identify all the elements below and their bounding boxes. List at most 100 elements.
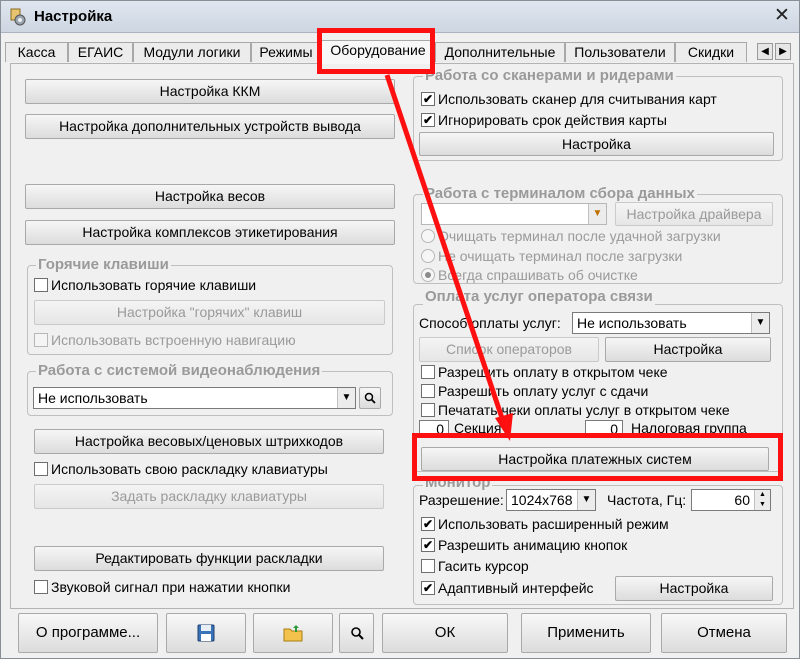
hotkeys-settings-button[interactable]: Настройка "горячих" клавиш: [34, 300, 385, 325]
builtin-nav-box[interactable]: [34, 333, 48, 347]
resolution-select[interactable]: 1024x768 ▼: [506, 489, 596, 511]
use-hotkeys-box[interactable]: [34, 278, 48, 292]
radio-keep-label: Не очищать терминал после загрузки: [438, 248, 683, 264]
tab-equipment[interactable]: Оборудование: [321, 40, 435, 64]
adaptive-box[interactable]: ✔: [421, 581, 435, 595]
monitor-settings-button[interactable]: Настройка: [615, 576, 773, 601]
extended-mode-label: Использовать расширенный режим: [438, 516, 669, 532]
radio-keep-dot[interactable]: [421, 249, 435, 263]
tab-users[interactable]: Пользователи: [565, 42, 675, 62]
button-animation-label: Разрешить анимацию кнопок: [438, 537, 628, 553]
floppy-disk-icon: [196, 624, 216, 647]
tab-modes[interactable]: Режимы: [251, 42, 321, 62]
video-group-title: Работа с системой видеонаблюдения: [36, 362, 323, 380]
cancel-button[interactable]: Отмена: [661, 613, 787, 653]
section-field[interactable]: 0: [419, 420, 449, 438]
tab-prev-icon[interactable]: ◀: [757, 43, 773, 60]
tax-group-field[interactable]: 0: [585, 420, 623, 438]
search-button[interactable]: [339, 613, 374, 653]
kkm-settings-button[interactable]: Настройка ККМ: [25, 79, 395, 104]
video-system-select[interactable]: Не использовать ▼: [33, 387, 356, 409]
section-label: Секция: [454, 420, 502, 436]
tab-kassa[interactable]: Касса: [5, 42, 68, 62]
folder-upload-icon: [282, 625, 304, 647]
allow-open-check-box[interactable]: [421, 365, 435, 379]
settings-window: Настройка ✕ Касса ЕГАИС Модули логики Ре…: [0, 0, 800, 659]
scales-settings-button[interactable]: Настройка весов: [25, 184, 395, 209]
frequency-spinner[interactable]: 60 ▲ ▼: [691, 489, 771, 511]
beep-box[interactable]: [34, 580, 48, 594]
operator-settings-button[interactable]: Настройка: [605, 337, 771, 362]
hide-cursor-box[interactable]: [421, 559, 435, 573]
tab-egais[interactable]: ЕГАИС: [68, 42, 133, 62]
tab-strip: Касса ЕГАИС Модули логики Режимы Оборудо…: [5, 40, 797, 64]
radio-ask-dot[interactable]: [421, 268, 435, 282]
scanner-settings-button[interactable]: Настройка: [419, 132, 774, 156]
search-icon[interactable]: [359, 387, 381, 409]
hide-cursor-label: Гасить курсор: [438, 558, 529, 574]
tab-logic-modules[interactable]: Модули логики: [133, 42, 251, 62]
operators-list-button[interactable]: Список операторов: [419, 337, 599, 362]
beep-label: Звуковой сигнал при нажатии кнопки: [51, 579, 291, 595]
own-layout-box[interactable]: [34, 462, 48, 476]
about-button[interactable]: О программе...: [18, 613, 158, 653]
tab-discounts[interactable]: Скидки: [675, 42, 747, 62]
builtin-nav-label: Использовать встроенную навигацию: [51, 332, 296, 348]
operator-group-title: Оплата услуг оператора связи: [423, 288, 655, 306]
payment-method-value: Не использовать: [577, 315, 687, 331]
barcode-settings-button[interactable]: Настройка весовых/ценовых штрихкодов: [34, 429, 384, 454]
edit-layout-button[interactable]: Редактировать функции раскладки: [34, 546, 384, 571]
radio-clear-label: Очищать терминал после удачной загрузки: [438, 228, 721, 244]
tab-next-icon[interactable]: ▶: [775, 43, 791, 60]
close-icon[interactable]: ✕: [769, 4, 795, 28]
use-scanner-label: Использовать сканер для считывания карт: [438, 91, 717, 107]
chevron-down-icon[interactable]: ▼: [588, 204, 606, 224]
use-hotkeys-label: Использовать горячие клавиши: [51, 277, 257, 293]
set-layout-button[interactable]: Задать раскладку клавиатуры: [34, 484, 384, 509]
terminal-select[interactable]: ▼: [421, 203, 607, 225]
print-checks-label: Печатать чеки оплаты услуг в открытом че…: [438, 402, 730, 418]
scanners-group-title: Работа со сканерами и ридерами: [423, 67, 676, 85]
print-checks-box[interactable]: [421, 403, 435, 417]
allow-change-label: Разрешить оплату услуг с сдачи: [438, 383, 649, 399]
open-folder-button[interactable]: [253, 613, 333, 653]
frequency-value: 60: [734, 492, 750, 508]
frequency-label: Частота, Гц:: [607, 492, 687, 508]
output-devices-button[interactable]: Настройка дополнительных устройств вывод…: [25, 114, 395, 139]
resolution-value: 1024x768: [511, 492, 573, 508]
window-title: Настройка: [34, 8, 113, 25]
radio-ask-label: Всегда спрашивать об очистке: [438, 267, 638, 283]
payment-method-select[interactable]: Не использовать ▼: [572, 312, 770, 334]
chevron-down-icon[interactable]: ▼: [751, 313, 769, 333]
ignore-expiry-label: Игнорировать срок действия карты: [438, 112, 667, 128]
tax-group-value: 0: [610, 421, 618, 437]
hotkeys-group-title: Горячие клавиши: [36, 256, 171, 274]
spinner-arrows-icon[interactable]: ▲ ▼: [754, 490, 770, 510]
title-bar: Настройка ✕: [1, 1, 799, 33]
tab-additional[interactable]: Дополнительные: [435, 42, 565, 62]
use-scanner-box[interactable]: ✔: [421, 92, 435, 106]
ignore-expiry-box[interactable]: ✔: [421, 113, 435, 127]
payment-systems-button[interactable]: Настройка платежных систем: [421, 447, 769, 471]
ok-button[interactable]: ОК: [382, 613, 508, 653]
button-animation-box[interactable]: ✔: [421, 538, 435, 552]
chevron-down-icon[interactable]: ▼: [577, 490, 595, 510]
driver-settings-button[interactable]: Настройка драйвера: [615, 202, 773, 226]
chevron-down-icon[interactable]: ▼: [337, 388, 355, 408]
extended-mode-box[interactable]: ✔: [421, 517, 435, 531]
tax-group-label: Налоговая группа: [631, 420, 747, 436]
labeling-settings-button[interactable]: Настройка комплексов этикетирования: [25, 220, 395, 245]
payment-method-label: Способ оплаты услуг:: [419, 315, 561, 331]
resolution-label: Разрешение:: [419, 492, 504, 508]
own-layout-label: Использовать свою раскладку клавиатуры: [51, 461, 328, 477]
save-button[interactable]: [166, 613, 246, 653]
settings-app-icon: [8, 7, 28, 27]
adaptive-label: Адаптивный интерфейс: [438, 580, 594, 596]
allow-change-box[interactable]: [421, 384, 435, 398]
video-system-value: Не использовать: [38, 390, 148, 406]
magnifier-icon: [350, 627, 364, 644]
radio-clear-dot[interactable]: [421, 229, 435, 243]
section-value: 0: [436, 421, 444, 437]
apply-button[interactable]: Применить: [521, 613, 651, 653]
terminal-group-title: Работа с терминалом сбора данных: [423, 185, 697, 203]
